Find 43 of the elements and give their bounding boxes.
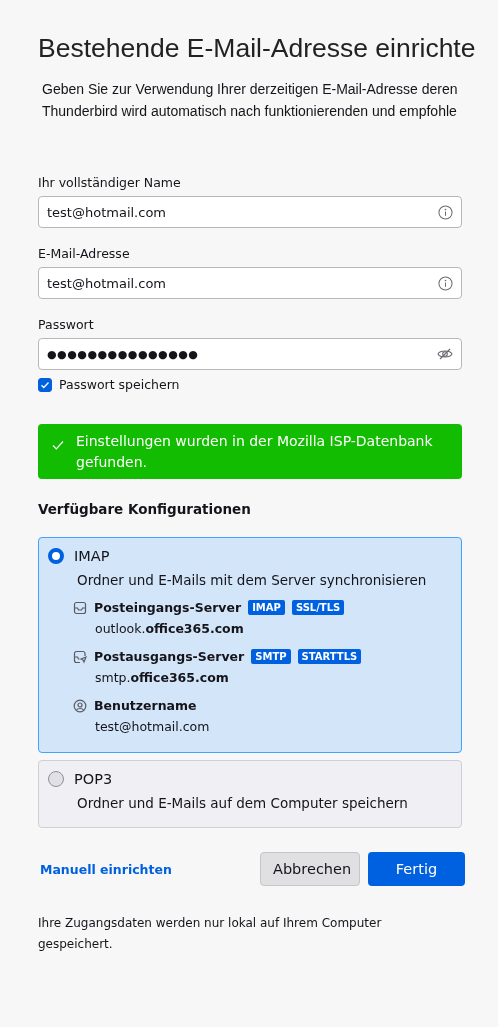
protocol-badge: IMAP [248, 600, 285, 615]
info-icon[interactable] [438, 204, 453, 220]
notice-text: Einstellungen wurden in der Mozilla ISP-Datenbank gefunden. [76, 432, 434, 472]
detail-label: Posteingangs-Server [94, 600, 242, 615]
field-label: E-Mail-Adresse [38, 246, 131, 261]
cancel-button[interactable]: Abbrechen [260, 852, 360, 886]
protocol-badge: SSL/TLS [291, 600, 345, 615]
footer-text: Ihre Zugangsdaten werden nur lokal auf Ihrem Computer gespeichert. [38, 915, 383, 953]
outbox-icon [73, 649, 87, 664]
protocol-badge: SMTP [251, 649, 291, 664]
inbox-icon [73, 600, 87, 615]
input-field[interactable]: test@hotmail.com [38, 196, 462, 228]
detail-value: outlook.office365.com [95, 621, 245, 636]
checkbox[interactable] [38, 377, 52, 392]
option-name: IMAP [74, 548, 110, 564]
detail-label: Benutzername [94, 698, 197, 713]
protocol-badge: STARTTLS [297, 649, 362, 664]
detail-value: test@hotmail.com [95, 719, 211, 734]
eye-slash-icon[interactable] [437, 347, 453, 361]
radio-button[interactable] [48, 548, 64, 564]
field-label: Ihr vollständiger Name [38, 175, 182, 190]
radio-button[interactable] [48, 771, 64, 787]
intro-text: Thunderbird wird automatisch nach funktionierenden und empfohle [42, 102, 458, 121]
check-icon [52, 440, 64, 450]
field-label: Passwort [38, 317, 95, 332]
detail-value: smtp.office365.com [95, 670, 230, 685]
user-icon [73, 698, 87, 713]
configuration-option[interactable]: IMAP Ordner und E-Mails mit dem Server synchronisieren Posteingangs-Server IMAP SSL/TLS outlook.office365.com Postausgangs-Server SMTP STARTTLS smtp.office365.com Benutzername test@hotmail.com [38, 537, 462, 753]
option-description: Ordner und E-Mails mit dem Server synchronisieren [77, 572, 428, 588]
option-description: Ordner und E-Mails auf dem Computer speichern [77, 795, 409, 811]
page-title: Bestehende E-Mail-Adresse einrichte [38, 32, 476, 65]
password-field[interactable]: ●●●●●●●●●●●●●●● [38, 338, 462, 370]
input-field[interactable]: test@hotmail.com [38, 267, 462, 299]
section-heading: Verfügbare Konfigurationen [38, 501, 252, 517]
configuration-option[interactable]: POP3 Ordner und E-Mails auf dem Computer speichern [38, 760, 462, 828]
intro-text: Geben Sie zur Verwendung Ihrer derzeitigen E-Mail-Adresse deren [42, 80, 459, 99]
done-button[interactable]: Fertig [368, 852, 465, 886]
option-name: POP3 [74, 771, 113, 787]
detail-label: Postausgangs-Server [94, 649, 245, 664]
manual-setup-link[interactable]: Manuell einrichten [40, 861, 172, 877]
checkbox-label: Passwort speichern [59, 377, 180, 392]
checkmark-icon [40, 379, 50, 390]
info-icon[interactable] [438, 275, 453, 291]
